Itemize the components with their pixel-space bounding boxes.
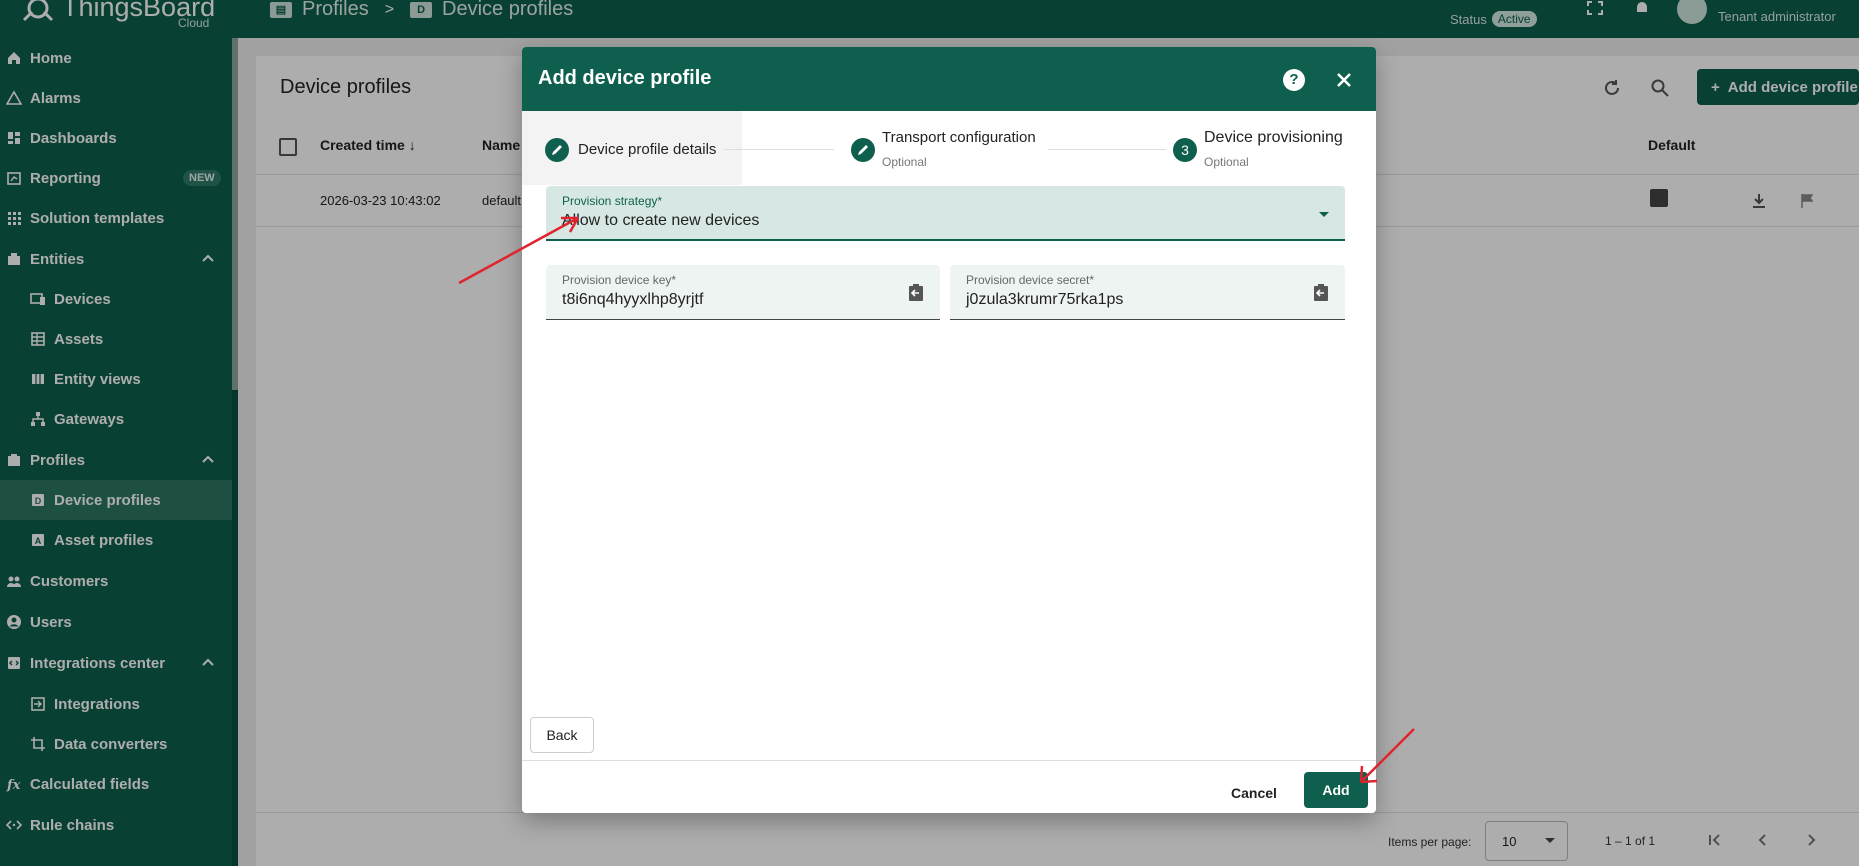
add-button[interactable]: Add bbox=[1304, 772, 1368, 808]
edit-icon[interactable] bbox=[851, 138, 875, 162]
provision-device-secret-value: j0zula3krumr75rka1ps bbox=[966, 291, 1124, 308]
provision-device-secret-label: Provision device secret* bbox=[966, 273, 1095, 287]
provision-device-key-field[interactable]: Provision device key* t8i6nq4hyyxlhp8yrj… bbox=[546, 265, 940, 320]
step-connector bbox=[724, 149, 834, 150]
provision-strategy-select[interactable]: Provision strategy* Allow to create new … bbox=[546, 186, 1345, 241]
provision-strategy-value: Allow to create new devices bbox=[562, 212, 760, 229]
step-number-3[interactable]: 3 bbox=[1173, 138, 1197, 162]
dropdown-caret-icon bbox=[1319, 212, 1329, 217]
help-icon[interactable]: ? bbox=[1283, 69, 1305, 91]
copy-to-clipboard-icon[interactable] bbox=[1311, 282, 1331, 302]
dialog-title: Add device profile bbox=[538, 67, 712, 89]
step-optional-provisioning: Optional bbox=[1204, 155, 1249, 169]
back-button[interactable]: Back bbox=[530, 717, 594, 753]
provision-device-key-value: t8i6nq4hyyxlhp8yrjtf bbox=[562, 291, 704, 308]
add-device-profile-dialog: Add device profile ? Device profile deta… bbox=[522, 47, 1376, 813]
provision-strategy-label: Provision strategy* bbox=[562, 194, 663, 208]
step-label-transport[interactable]: Transport configuration bbox=[882, 129, 1036, 146]
step-optional-transport: Optional bbox=[882, 155, 927, 169]
close-icon[interactable] bbox=[1333, 69, 1355, 91]
dialog-header: Add device profile ? bbox=[522, 47, 1376, 111]
cancel-button[interactable]: Cancel bbox=[1222, 775, 1286, 811]
dialog-footer-divider bbox=[522, 760, 1376, 761]
copy-to-clipboard-icon[interactable] bbox=[906, 282, 926, 302]
step-label-details: Device profile details bbox=[578, 141, 717, 158]
step-connector bbox=[1048, 149, 1166, 150]
edit-icon bbox=[545, 138, 569, 162]
provision-device-secret-field[interactable]: Provision device secret* j0zula3krumr75r… bbox=[950, 265, 1345, 320]
provision-device-key-label: Provision device key* bbox=[562, 273, 677, 287]
step-label-provisioning[interactable]: Device provisioning bbox=[1204, 129, 1343, 147]
